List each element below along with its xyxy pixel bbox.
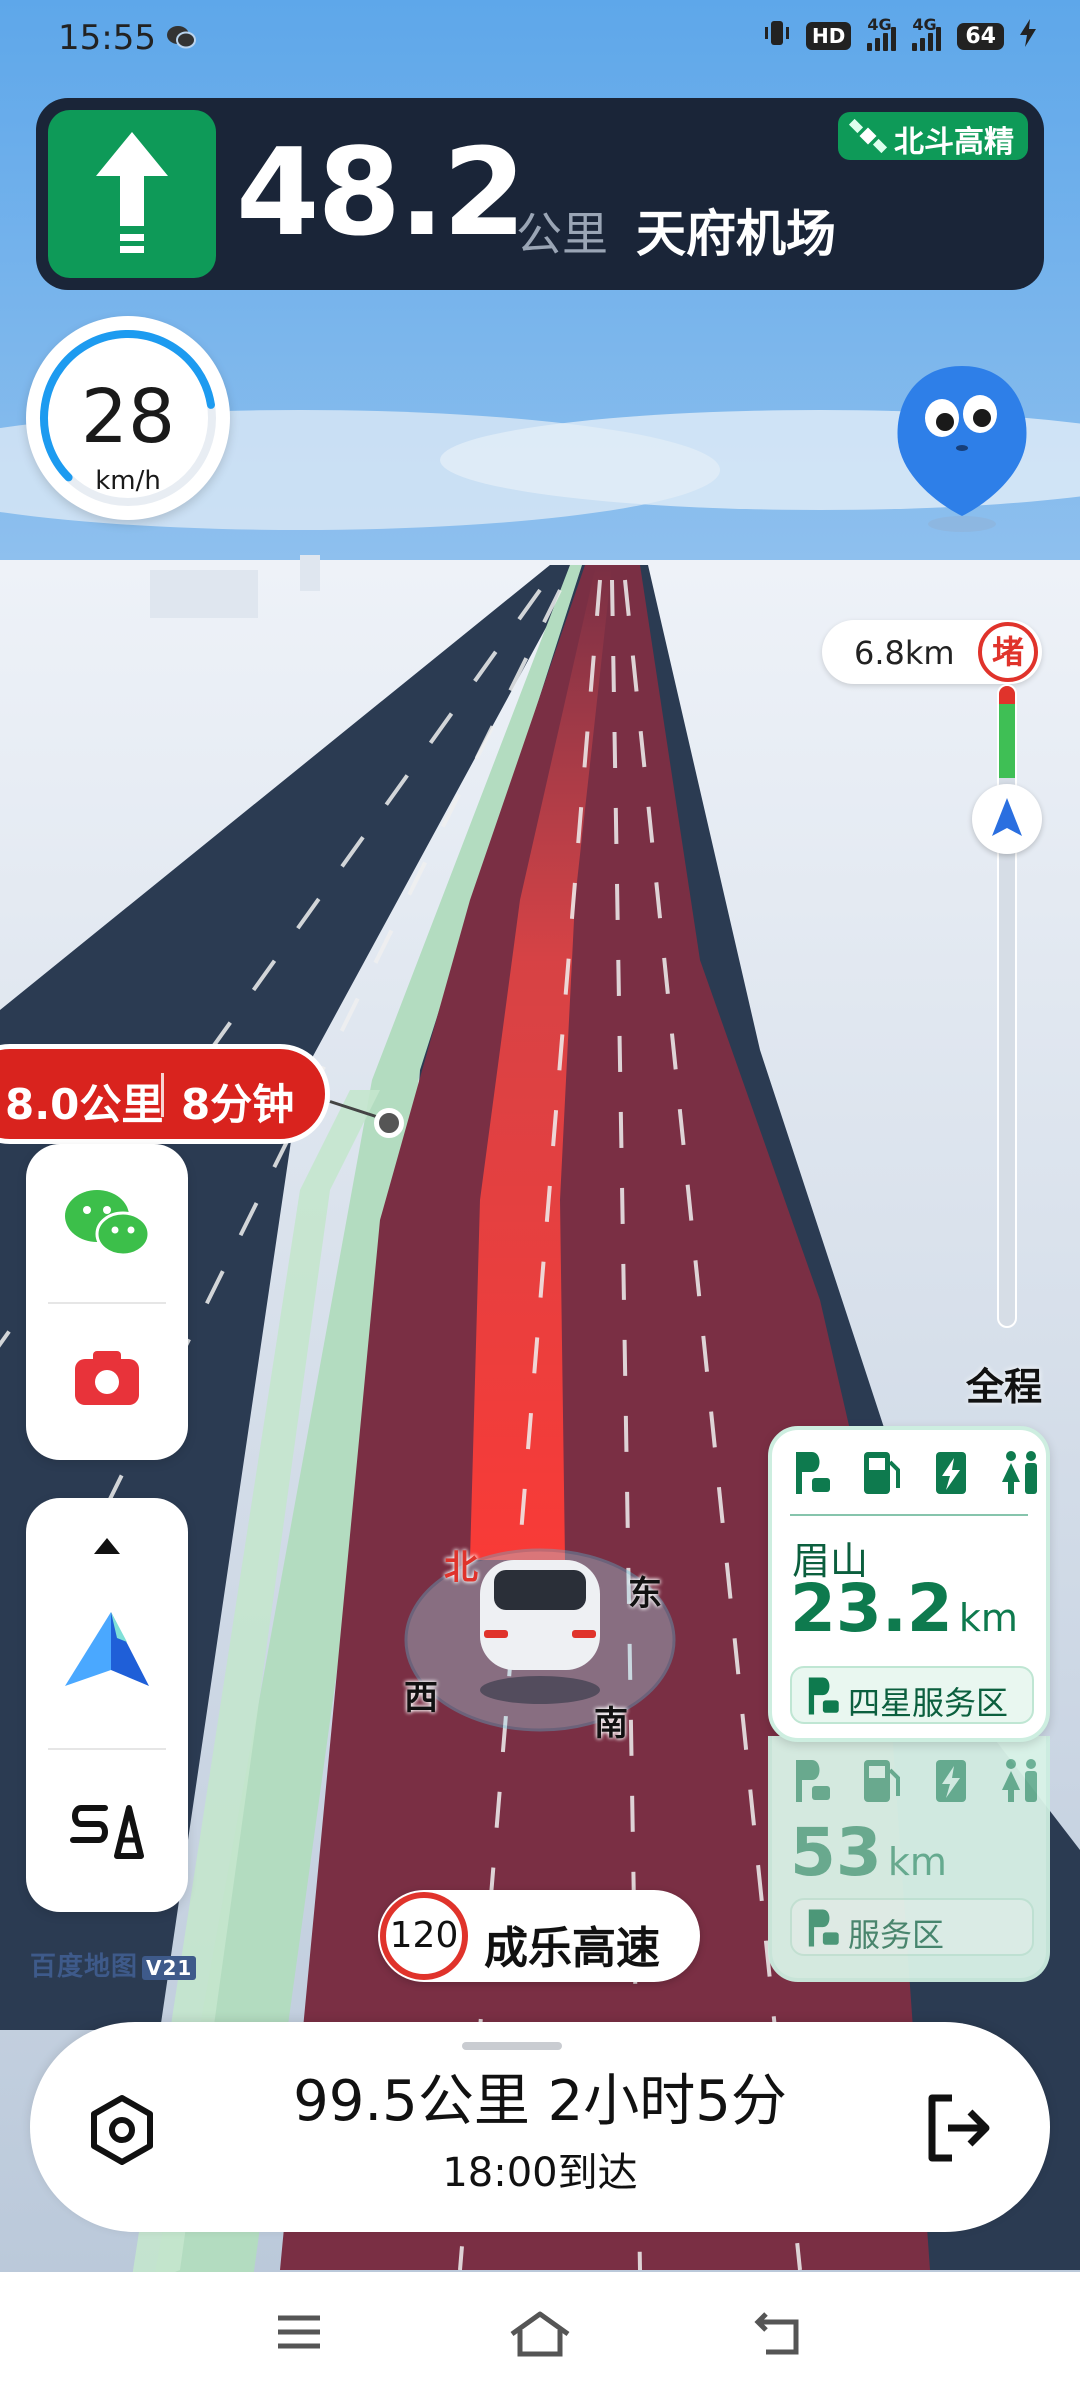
current-road-sign: 120 成乐高速	[378, 1890, 700, 1982]
signal-icon-1: 4G	[867, 15, 897, 51]
speed-unit: km/h	[95, 466, 161, 496]
view-mode-button[interactable]	[26, 1588, 188, 1718]
menu-icon	[274, 2315, 324, 2358]
arrival-time: 18:00到达	[442, 2150, 638, 2196]
panel-divider	[48, 1748, 166, 1750]
service-area-type: 服务区	[790, 1898, 1034, 1956]
exit-navigation-button[interactable]	[918, 2088, 998, 2172]
compass-east: 东	[628, 1574, 662, 1614]
parking-icon	[796, 1760, 830, 1802]
collapse-up-icon	[92, 1536, 122, 1560]
wechat-share-button[interactable]	[26, 1180, 188, 1270]
status-time: 15:55	[58, 18, 156, 58]
jam-distance: 6.8km	[854, 634, 955, 672]
system-navigation-bar	[0, 2272, 1080, 2400]
service-area-distance: 53 km	[790, 1814, 947, 1891]
fuel-icon	[864, 1452, 900, 1494]
wechat-share-icon	[63, 1188, 151, 1262]
status-indicators: HD 4G 4G 64	[764, 15, 1036, 54]
straight-arrow-icon	[48, 110, 216, 278]
fuel-icon	[864, 1760, 900, 1802]
traffic-jam-indicator[interactable]: 6.8km 堵	[822, 620, 1042, 684]
voice-assistant-mascot[interactable]	[890, 356, 1040, 540]
remaining-segment-pill: 8.0公里 8分钟	[0, 1044, 330, 1144]
service-area-distance: 23.2 km	[790, 1570, 1018, 1647]
back-button[interactable]	[752, 2310, 806, 2360]
restroom-icon	[1002, 1451, 1037, 1494]
share-panel	[26, 1144, 188, 1460]
guidance-distance: 48.2	[236, 124, 526, 263]
status-bar: 15:55 HD 4G 4G 64	[0, 0, 1080, 88]
service-area-card[interactable]: 眉山 23.2 km 四星服务区	[768, 1426, 1050, 1742]
current-position-icon	[972, 784, 1042, 854]
compass-west: 西	[404, 1678, 438, 1718]
segment-separator	[161, 1073, 164, 1117]
clear-segment	[999, 704, 1015, 778]
facility-icons	[790, 1448, 1042, 1498]
parking-icon	[802, 1906, 842, 1958]
camera-button[interactable]	[26, 1334, 188, 1424]
camera-icon	[73, 1347, 141, 1411]
service-area-type: 四星服务区	[790, 1666, 1034, 1724]
baidu-maps-logo: 百度地图 V21	[30, 1946, 197, 1983]
congestion-segment	[999, 686, 1015, 704]
panel-divider	[48, 1302, 166, 1304]
navigation-arrow-icon	[57, 1608, 157, 1698]
speed-limit-sign: 120	[380, 1892, 468, 1980]
charging-station-icon	[936, 1760, 966, 1802]
route-settings-icon	[69, 1800, 145, 1866]
traffic-jam-icon: 堵	[978, 622, 1038, 682]
trip-remaining: 99.5公里 2小时5分	[293, 2069, 787, 2134]
drag-handle[interactable]	[462, 2042, 562, 2050]
parking-icon	[796, 1452, 830, 1494]
brand-version: V21	[142, 1956, 197, 1980]
route-settings-button[interactable]	[26, 1788, 188, 1878]
segment-anchor-dot	[374, 1108, 404, 1138]
trip-summary-panel[interactable]: 99.5公里 2小时5分 18:00到达	[30, 2022, 1050, 2232]
compass-north: 北	[444, 1548, 478, 1588]
parking-icon	[802, 1674, 842, 1726]
back-icon	[752, 2312, 806, 2360]
collapse-button[interactable]	[26, 1518, 188, 1578]
route-progress-bar[interactable]	[997, 684, 1017, 1328]
vibrate-icon	[764, 18, 790, 54]
guidance-destination: 天府机场	[636, 205, 836, 263]
beidou-badge: 北斗高精	[838, 112, 1028, 160]
guidance-banner[interactable]: 48.2 公里 天府机场 北斗高精	[36, 98, 1044, 290]
home-icon	[508, 2311, 572, 2362]
recent-apps-button[interactable]	[274, 2310, 324, 2358]
battery-icon: 64	[957, 22, 1004, 50]
card-divider	[790, 1514, 1028, 1516]
road-name: 成乐高速	[484, 1923, 660, 1974]
segment-time: 8分钟	[181, 1080, 295, 1129]
guidance-unit: 公里	[516, 207, 608, 261]
full-route-button[interactable]: 全程	[966, 1356, 1042, 1411]
hd-badge: HD	[806, 22, 852, 50]
satellite-icon	[848, 118, 888, 162]
map-tools-panel	[26, 1498, 188, 1912]
speedometer: 28 km/h	[26, 316, 230, 520]
home-button[interactable]	[508, 2310, 572, 2362]
compass-south: 南	[594, 1704, 628, 1744]
speed-value: 28	[80, 374, 176, 460]
facility-icons	[790, 1756, 1042, 1806]
charging-icon	[1020, 19, 1036, 53]
beidou-label: 北斗高精	[894, 125, 1014, 160]
signal-icon-2: 4G	[912, 15, 942, 51]
wechat-icon	[166, 24, 196, 54]
service-area-card[interactable]: 53 km 服务区	[768, 1736, 1050, 1982]
charging-station-icon	[936, 1452, 966, 1494]
brand-name: 百度地图	[30, 1952, 139, 1982]
exit-icon	[918, 2094, 998, 2172]
segment-distance: 8.0公里	[5, 1080, 164, 1129]
restroom-icon	[1002, 1759, 1037, 1802]
